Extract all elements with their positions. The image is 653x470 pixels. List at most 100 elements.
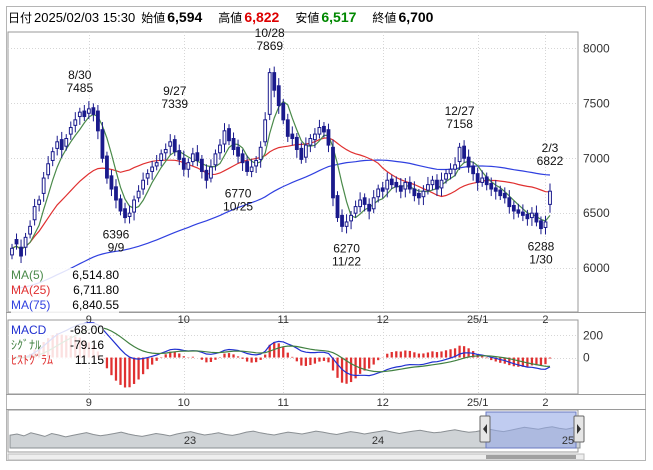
legend-histogram-label: ﾋｽﾄｸﾞﾗﾑ bbox=[11, 353, 54, 367]
candle-body bbox=[258, 146, 263, 160]
annotation-label: 12/27 bbox=[445, 104, 475, 118]
x-tick-label: 25/1 bbox=[467, 397, 488, 409]
candle-body bbox=[28, 225, 32, 235]
annotation-label: 1/30 bbox=[529, 252, 553, 266]
candle-body bbox=[326, 129, 331, 146]
candle-body bbox=[41, 177, 46, 194]
macd-x-axis: 9 10 11 12 25/1 2 bbox=[86, 397, 549, 409]
candle-body bbox=[394, 181, 399, 188]
candle-body bbox=[367, 203, 372, 212]
candle-body bbox=[344, 221, 349, 227]
macd-y-tick-label: 200 bbox=[583, 328, 603, 342]
candle-body bbox=[349, 214, 353, 222]
x-tick-label: 2 bbox=[542, 314, 548, 326]
candle-body bbox=[154, 162, 159, 167]
candle-body bbox=[249, 166, 254, 172]
candle-body bbox=[389, 178, 394, 186]
macd-legend: MACD -68.00 ｼｸﾞﾅﾙ -79.16 ﾋｽﾄｸﾞﾗﾑ 11.15 bbox=[11, 323, 104, 368]
navigator-tick-label: 24 bbox=[372, 435, 384, 447]
candle-body bbox=[181, 157, 186, 170]
legend-ma5-label: MA(5) bbox=[11, 268, 44, 282]
price-y-axis: 6000 6500 7000 7500 8000 0 200 bbox=[583, 41, 610, 364]
price-legend: MA(5) 6,514.80 MA(25) 6,711.80 MA(75) 6,… bbox=[11, 268, 119, 313]
legend-macd-value: -68.00 bbox=[69, 323, 104, 337]
y-tick-label: 6500 bbox=[583, 206, 610, 220]
x-tick-label: 2 bbox=[542, 397, 548, 409]
candle-body bbox=[172, 139, 177, 153]
candle-body bbox=[86, 108, 91, 114]
legend-signal-value: -79.16 bbox=[69, 338, 104, 352]
candle-body bbox=[222, 130, 227, 145]
legend-macd-label: MACD bbox=[11, 323, 47, 337]
candle-body bbox=[520, 211, 525, 216]
candle-body bbox=[118, 198, 123, 212]
x-tick-label: 10 bbox=[178, 314, 190, 326]
candle-body bbox=[105, 155, 109, 179]
candle-body bbox=[281, 102, 286, 121]
candle-body bbox=[132, 199, 136, 213]
candle-body bbox=[353, 206, 358, 214]
candle-body bbox=[358, 199, 363, 208]
candle-body bbox=[276, 85, 281, 107]
candle-body bbox=[236, 146, 240, 157]
annotation-label: 11/22 bbox=[332, 254, 361, 268]
candle-body bbox=[303, 144, 308, 158]
candle-body bbox=[313, 133, 317, 141]
candle-body bbox=[407, 181, 412, 190]
candle-body bbox=[475, 173, 480, 183]
navigator-tick-label: 23 bbox=[184, 435, 196, 447]
candle-body bbox=[498, 189, 503, 197]
candle-body bbox=[213, 153, 218, 166]
candle-body bbox=[77, 111, 82, 118]
candle-body bbox=[435, 179, 439, 190]
stock-chart-svg: 8/307485 63969/9 9/277339 677010/25 10/28786… bbox=[6, 26, 646, 461]
annotation-label: 9/27 bbox=[163, 84, 187, 98]
annotation-label: 6396 bbox=[103, 228, 130, 242]
candle-body bbox=[385, 179, 390, 190]
candle-body bbox=[362, 197, 367, 205]
annotation-label: 7339 bbox=[161, 97, 188, 111]
x-tick-label: 12 bbox=[377, 314, 389, 326]
navigator-tick-label: 25 bbox=[562, 435, 574, 447]
candle-body bbox=[46, 163, 51, 176]
candle-body bbox=[100, 129, 105, 159]
candle-body bbox=[534, 212, 539, 223]
y-tick-label: 7000 bbox=[583, 151, 610, 165]
candle-body bbox=[91, 107, 96, 115]
candle-body bbox=[272, 72, 277, 91]
candle-body bbox=[109, 175, 114, 190]
candle-body bbox=[186, 162, 191, 170]
legend-ma5: MA(5) 6,514.80 bbox=[11, 268, 119, 283]
candle-body bbox=[19, 246, 23, 257]
candle-body bbox=[543, 221, 548, 228]
candle-body bbox=[82, 110, 87, 118]
candle-body bbox=[548, 190, 552, 205]
candle-body bbox=[430, 179, 435, 186]
candle-body bbox=[335, 195, 340, 219]
chart-window: 日付 2025/02/03 15:30 始値 6,594 高値 6,822 安値… bbox=[0, 0, 653, 470]
candle-body bbox=[199, 158, 204, 172]
candle-body bbox=[380, 187, 385, 192]
candle-body bbox=[439, 179, 444, 189]
candle-body bbox=[516, 209, 521, 214]
x-tick-label: 10 bbox=[178, 397, 190, 409]
candle-body bbox=[64, 138, 69, 147]
candle-body bbox=[50, 151, 55, 161]
legend-ma25-value: 6,711.80 bbox=[73, 283, 119, 297]
candle-body bbox=[511, 204, 516, 212]
candle-body bbox=[114, 186, 118, 201]
candle-body bbox=[290, 133, 295, 140]
candle-body bbox=[123, 208, 127, 219]
candle-body bbox=[245, 161, 249, 172]
candle-body bbox=[426, 184, 430, 191]
legend-ma25-label: MA(25) bbox=[11, 283, 51, 297]
legend-signal-label: ｼｸﾞﾅﾙ bbox=[11, 338, 42, 352]
candle-body bbox=[218, 144, 222, 154]
candle-body bbox=[471, 165, 476, 175]
candle-body bbox=[10, 247, 14, 256]
legend-macd: MACD -68.00 bbox=[11, 323, 104, 338]
legend-histogram-value: 11.15 bbox=[74, 353, 104, 367]
candle-body bbox=[371, 197, 376, 210]
candle-body bbox=[263, 119, 268, 143]
navigator-scrollbar-thumb[interactable] bbox=[486, 455, 576, 459]
